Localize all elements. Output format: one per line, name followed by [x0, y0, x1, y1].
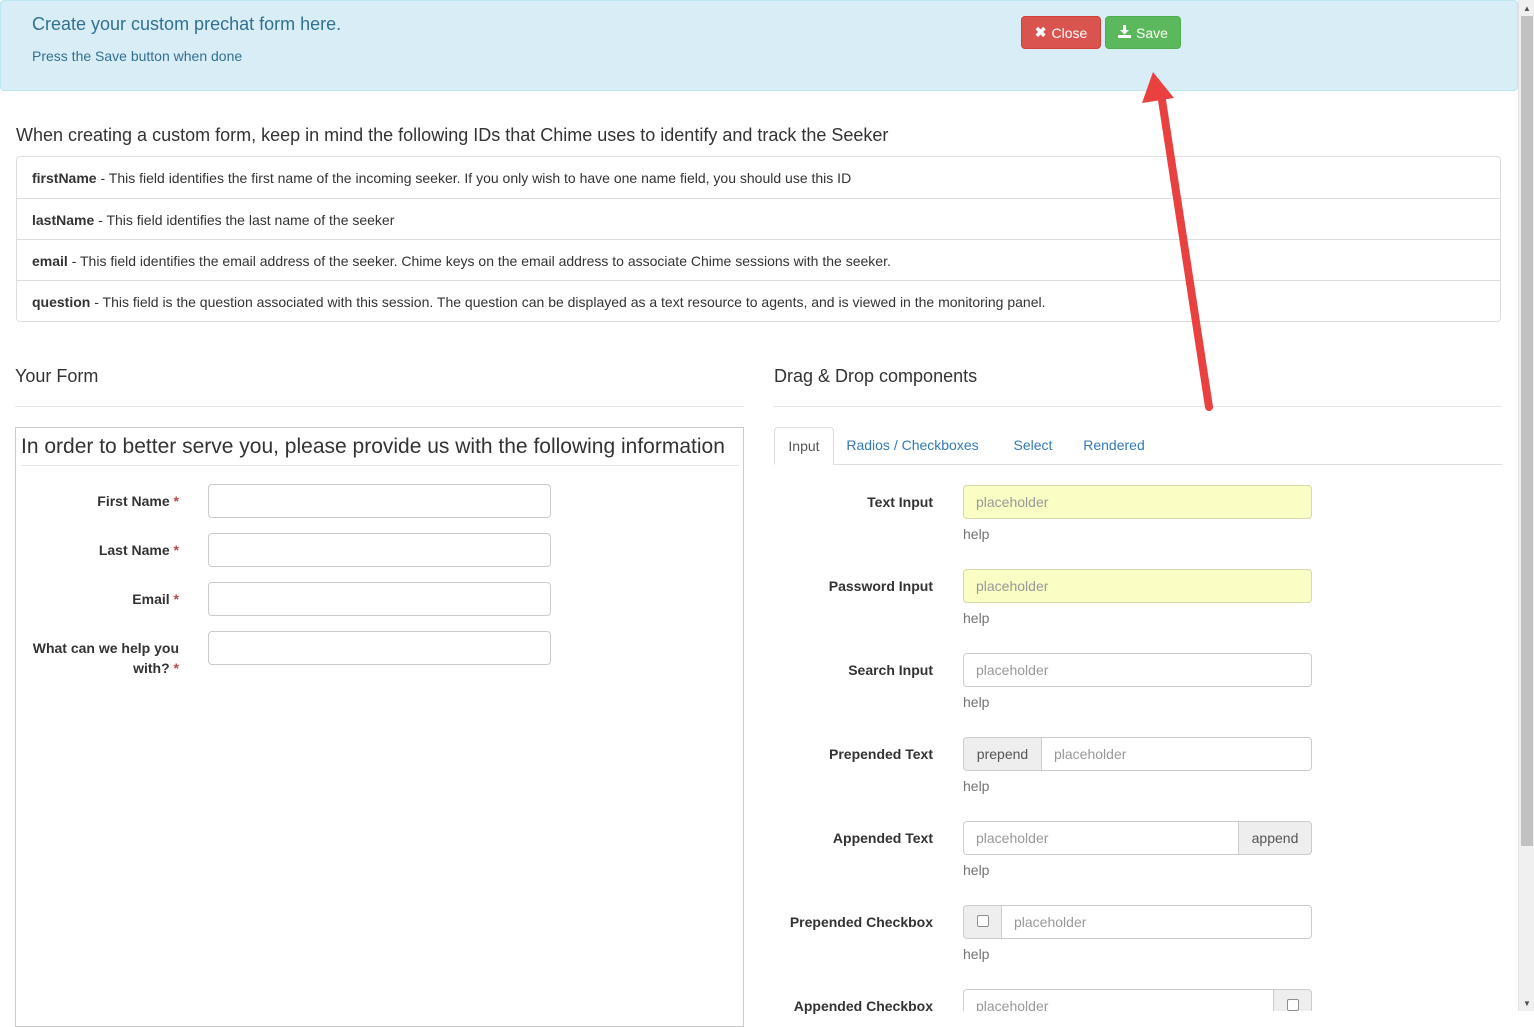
checkbox[interactable] [1286, 999, 1299, 1011]
header-subtitle: Press the Save button when done [32, 48, 243, 64]
list-item: lastName - This field identifies the las… [17, 198, 1500, 239]
checkbox-addon [1273, 989, 1312, 1011]
text-input-component[interactable]: placeholder [963, 485, 1312, 519]
help-text: help [963, 610, 990, 626]
last-name-label: Last Name * [98, 542, 179, 558]
first-name-label: First Name * [97, 493, 179, 509]
first-name-input[interactable] [208, 484, 551, 518]
prepended-text-field[interactable]: placeholder [1042, 737, 1312, 771]
id-name: question [32, 294, 91, 310]
search-input-label: Search Input [848, 662, 933, 678]
last-name-input[interactable] [208, 533, 551, 567]
id-description: - This field identifies the email addres… [67, 253, 891, 269]
scroll-up-arrow-icon[interactable]: ▲ [1519, 0, 1534, 16]
close-button[interactable]: ✖ Close [1021, 16, 1101, 49]
prepend-addon: prepend [963, 737, 1042, 771]
appended-text-label: Appended Text [832, 830, 933, 846]
appended-text-field[interactable]: placeholder [963, 821, 1238, 855]
scroll-down-arrow-icon[interactable]: ▼ [1519, 995, 1534, 1011]
components-title: Drag & Drop components [774, 366, 978, 386]
prepended-checkbox-label: Prepended Checkbox [789, 914, 933, 930]
append-addon: append [1238, 821, 1312, 855]
help-text: help [963, 694, 990, 710]
help-question-input[interactable] [208, 631, 551, 665]
id-description: - This field is the question associated … [90, 294, 1046, 310]
email-label: Email * [132, 591, 179, 607]
email-input[interactable] [208, 582, 551, 616]
password-input-component[interactable]: placeholder [963, 569, 1312, 603]
list-item: question - This field is the question as… [17, 280, 1500, 321]
close-button-label: Close [1051, 24, 1088, 41]
id-description: - This field identifies the first name o… [96, 170, 852, 186]
id-name: lastName [32, 212, 95, 228]
download-icon [1118, 24, 1132, 41]
search-input-component[interactable]: placeholder [963, 653, 1312, 687]
save-button-label: Save [1136, 24, 1168, 41]
prepended-checkbox-field[interactable]: placeholder [1002, 905, 1312, 939]
id-name: email [32, 253, 68, 269]
help-text: help [963, 778, 990, 794]
your-form-title: Your Form [15, 366, 99, 386]
appended-text-component[interactable]: placeholder append [963, 821, 1312, 855]
divider [774, 406, 1502, 407]
help-question-label: What can we help you with? * [32, 640, 179, 676]
id-description: - This field identifies the last name of… [94, 212, 395, 228]
times-icon: ✖ [1034, 24, 1047, 40]
save-button[interactable]: Save [1105, 16, 1181, 49]
password-input-label: Password Input [828, 578, 933, 594]
help-text: help [963, 526, 990, 542]
checkbox[interactable] [976, 915, 989, 927]
page-scrollbar[interactable]: ▲ ▼ [1518, 0, 1534, 1011]
form-canvas[interactable]: In order to better serve you, please pro… [15, 427, 744, 1027]
appended-checkbox-label: Appended Checkbox [793, 998, 933, 1014]
tab-rendered[interactable]: Rendered [1074, 427, 1154, 465]
checkbox-addon [963, 905, 1002, 939]
tab-select[interactable]: Select [1004, 427, 1062, 465]
tab-input[interactable]: Input [774, 427, 834, 465]
id-name: firstName [32, 170, 97, 186]
scroll-thumb[interactable] [1521, 16, 1533, 846]
appended-checkbox-component[interactable]: placeholder [963, 989, 1312, 1011]
form-legend: In order to better serve you, please pro… [21, 435, 739, 466]
help-text: help [963, 862, 990, 878]
list-item: email - This field identifies the email … [17, 239, 1500, 280]
tab-radios-checkboxes[interactable]: Radios / Checkboxes [840, 427, 985, 465]
text-input-label: Text Input [867, 494, 933, 510]
prepended-text-label: Prepended Text [829, 746, 933, 762]
list-item: firstName - This field identifies the fi… [17, 157, 1500, 198]
appended-checkbox-field[interactable]: placeholder [963, 989, 1273, 1011]
ids-heading: When creating a custom form, keep in min… [16, 125, 889, 145]
header-alert: Create your custom prechat form here. Pr… [0, 0, 1518, 91]
divider [15, 406, 744, 407]
header-title: Create your custom prechat form here. [32, 14, 342, 34]
prepended-checkbox-component[interactable]: placeholder [963, 905, 1312, 939]
help-text: help [963, 946, 990, 962]
component-tabs: Input Radios / Checkboxes Select Rendere… [774, 427, 1502, 465]
prepended-text-component[interactable]: prepend placeholder [963, 737, 1312, 771]
id-list: firstName - This field identifies the fi… [16, 156, 1501, 322]
